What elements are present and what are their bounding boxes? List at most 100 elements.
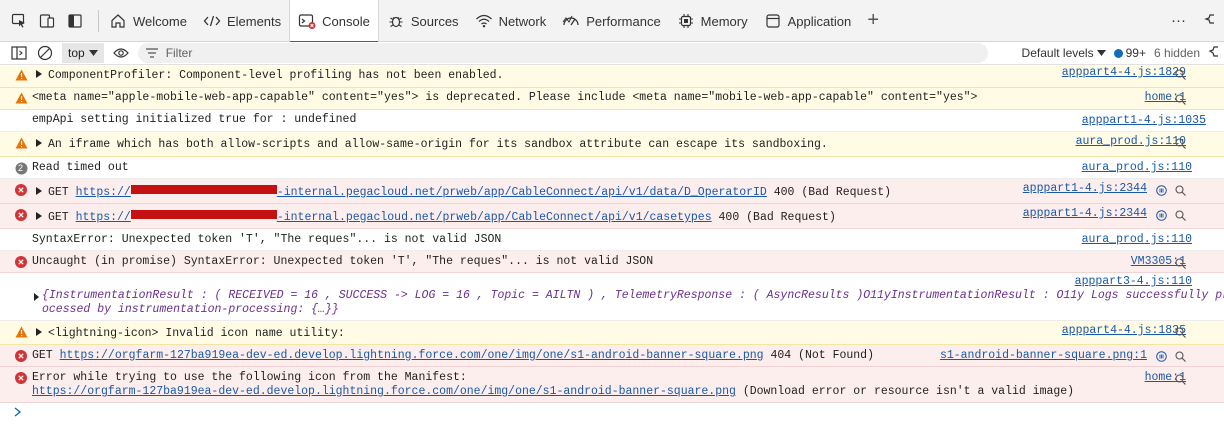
tab-label: Memory xyxy=(700,13,748,29)
message-source-link[interactable]: apppart4-4.js:1835 xyxy=(1062,324,1186,338)
tab-label: Welcome xyxy=(133,13,187,29)
source-actions xyxy=(1175,258,1186,269)
redacted-host xyxy=(130,185,277,194)
search-magnifier-icon[interactable] xyxy=(1175,210,1186,221)
filter-input[interactable]: Filter xyxy=(137,43,988,63)
object-preview-line[interactable]: {InstrumentationResult : ( RECEIVED = 16… xyxy=(42,289,1224,303)
prompt-chevron-icon xyxy=(14,407,22,421)
error-circle-icon xyxy=(14,183,28,197)
message-source-link[interactable]: apppart1-4.js:2344 xyxy=(1023,207,1147,221)
expand-triangle-icon[interactable] xyxy=(36,328,42,336)
log-levels-dropdown[interactable]: Default levels xyxy=(1022,46,1106,60)
add-tool-plus-icon[interactable]: + xyxy=(859,0,887,41)
message-text: Error while trying to use the following … xyxy=(32,371,467,384)
message-source-link[interactable]: aura_prod.js:110 xyxy=(1076,135,1186,149)
source-actions xyxy=(1156,185,1186,196)
tab-bar-right-tools: ··· xyxy=(1171,0,1224,41)
warning-triangle-icon xyxy=(14,68,28,82)
console-message-warning: <lightning-icon> Invalid icon name utili… xyxy=(0,321,1224,345)
search-magnifier-icon[interactable] xyxy=(1175,185,1186,196)
error-circle-icon xyxy=(14,208,28,222)
expand-triangle-icon[interactable] xyxy=(36,212,42,220)
expand-triangle-icon[interactable] xyxy=(36,139,42,147)
message-text: An iframe which has both allow-scripts a… xyxy=(48,138,828,151)
message-source-link[interactable]: apppart4-4.js:1829 xyxy=(1062,66,1186,80)
settings-gear-icon-partial[interactable] xyxy=(1204,11,1214,31)
memory-chip-icon xyxy=(677,12,695,30)
console-message-object: {InstrumentationResult : ( RECEIVED = 16… xyxy=(0,273,1224,321)
no-icon xyxy=(14,114,28,128)
redacted-host xyxy=(130,210,277,219)
console-messages: ComponentProfiler: Component-level profi… xyxy=(0,66,1224,425)
issue-info-icon xyxy=(1113,48,1123,58)
message-text: <meta name="apple-mobile-web-app-capable… xyxy=(32,91,978,104)
tab-label: Console xyxy=(322,13,370,29)
context-selector[interactable]: top xyxy=(62,43,104,63)
tab-elements[interactable]: Elements xyxy=(195,0,289,42)
tab-memory[interactable]: Memory xyxy=(669,0,756,42)
network-request-info-icon[interactable] xyxy=(1156,185,1167,196)
console-message-error: Error while trying to use the following … xyxy=(0,367,1224,403)
console-message-error: Uncaught (in promise) SyntaxError: Unexp… xyxy=(0,251,1224,273)
message-source-link[interactable]: aura_prod.js:110 xyxy=(1082,161,1192,175)
search-magnifier-icon[interactable] xyxy=(1175,138,1186,149)
message-source-link[interactable]: apppart1-4.js:2344 xyxy=(1023,182,1147,196)
search-magnifier-icon[interactable] xyxy=(1175,351,1186,362)
tab-welcome[interactable]: Welcome xyxy=(101,0,195,42)
source-actions xyxy=(1175,138,1186,149)
response-status: 400 (Bad Request) xyxy=(773,186,892,199)
show-sidebar-icon[interactable] xyxy=(8,42,30,64)
expand-triangle-icon[interactable] xyxy=(36,70,42,78)
tab-sources[interactable]: Sources xyxy=(379,0,467,42)
more-tools-icon[interactable]: ··· xyxy=(1171,12,1186,29)
error-circle-icon xyxy=(14,371,28,385)
console-message-info: empApi setting initialized true for : un… xyxy=(0,110,1224,132)
request-url-link[interactable]: https:// -internal.pegacloud.net/prweb/ap… xyxy=(76,210,712,224)
console-prompt[interactable] xyxy=(0,403,1224,425)
console-settings-gear-icon[interactable] xyxy=(1208,45,1218,62)
search-magnifier-icon[interactable] xyxy=(1175,374,1186,385)
context-label: top xyxy=(68,46,85,60)
request-url-link[interactable]: https:// -internal.pegacloud.net/prweb/ap… xyxy=(76,185,767,199)
response-status: 400 (Bad Request) xyxy=(718,211,836,224)
request-method: GET xyxy=(48,186,69,199)
live-expression-eye-icon[interactable] xyxy=(110,42,132,64)
network-request-info-icon[interactable] xyxy=(1156,210,1167,221)
message-source-link[interactable]: apppart1-4.js:1035 xyxy=(1082,114,1206,128)
search-magnifier-icon[interactable] xyxy=(1175,258,1186,269)
home-icon xyxy=(109,12,127,30)
tab-console[interactable]: Console xyxy=(289,0,379,43)
chevron-down-icon xyxy=(88,50,98,56)
search-magnifier-icon[interactable] xyxy=(1175,94,1186,105)
message-source-link[interactable]: s1-android-banner-square.png:1 xyxy=(940,349,1147,363)
message-source-link[interactable]: aura_prod.js:110 xyxy=(1082,233,1192,247)
inspect-element-icon[interactable] xyxy=(10,12,28,30)
tab-application[interactable]: Application xyxy=(756,0,860,42)
tab-network[interactable]: Network xyxy=(467,0,555,42)
performance-icon xyxy=(562,12,580,30)
console-message-info: 2 Read timed out aura_prod.js:110 xyxy=(0,157,1224,179)
filter-icon xyxy=(145,48,158,58)
device-emulation-icon[interactable] xyxy=(38,12,56,30)
request-method: GET xyxy=(32,349,53,362)
search-magnifier-icon[interactable] xyxy=(1175,327,1186,338)
source-actions xyxy=(1156,210,1186,221)
no-icon xyxy=(14,233,28,247)
network-request-info-icon[interactable] xyxy=(1156,351,1167,362)
filter-placeholder: Filter xyxy=(165,46,193,60)
tab-performance[interactable]: Performance xyxy=(554,0,668,42)
issues-counter[interactable]: 99+ xyxy=(1113,46,1146,60)
message-source-link[interactable]: apppart3-4.js:110 xyxy=(1075,275,1192,289)
manifest-icon-url-link[interactable]: https://orgfarm-127ba919ea-dev-ed.develo… xyxy=(32,385,736,398)
request-url-link[interactable]: https://orgfarm-127ba919ea-dev-ed.develo… xyxy=(60,349,764,362)
url-suffix: -internal.pegacloud.net/prweb/app/CableC… xyxy=(276,211,712,224)
console-message-error: GET https:// -internal.pegacloud.net/prwe… xyxy=(0,179,1224,204)
search-magnifier-icon[interactable] xyxy=(1175,69,1186,80)
expand-triangle-icon[interactable] xyxy=(36,187,42,195)
tab-bar-left-tools xyxy=(0,0,96,41)
dock-side-icon[interactable] xyxy=(66,12,84,30)
log-levels-label: Default levels xyxy=(1021,46,1094,60)
expand-object-triangle-icon[interactable] xyxy=(34,293,39,301)
tab-label: Network xyxy=(498,13,547,29)
clear-console-icon[interactable] xyxy=(34,42,56,64)
